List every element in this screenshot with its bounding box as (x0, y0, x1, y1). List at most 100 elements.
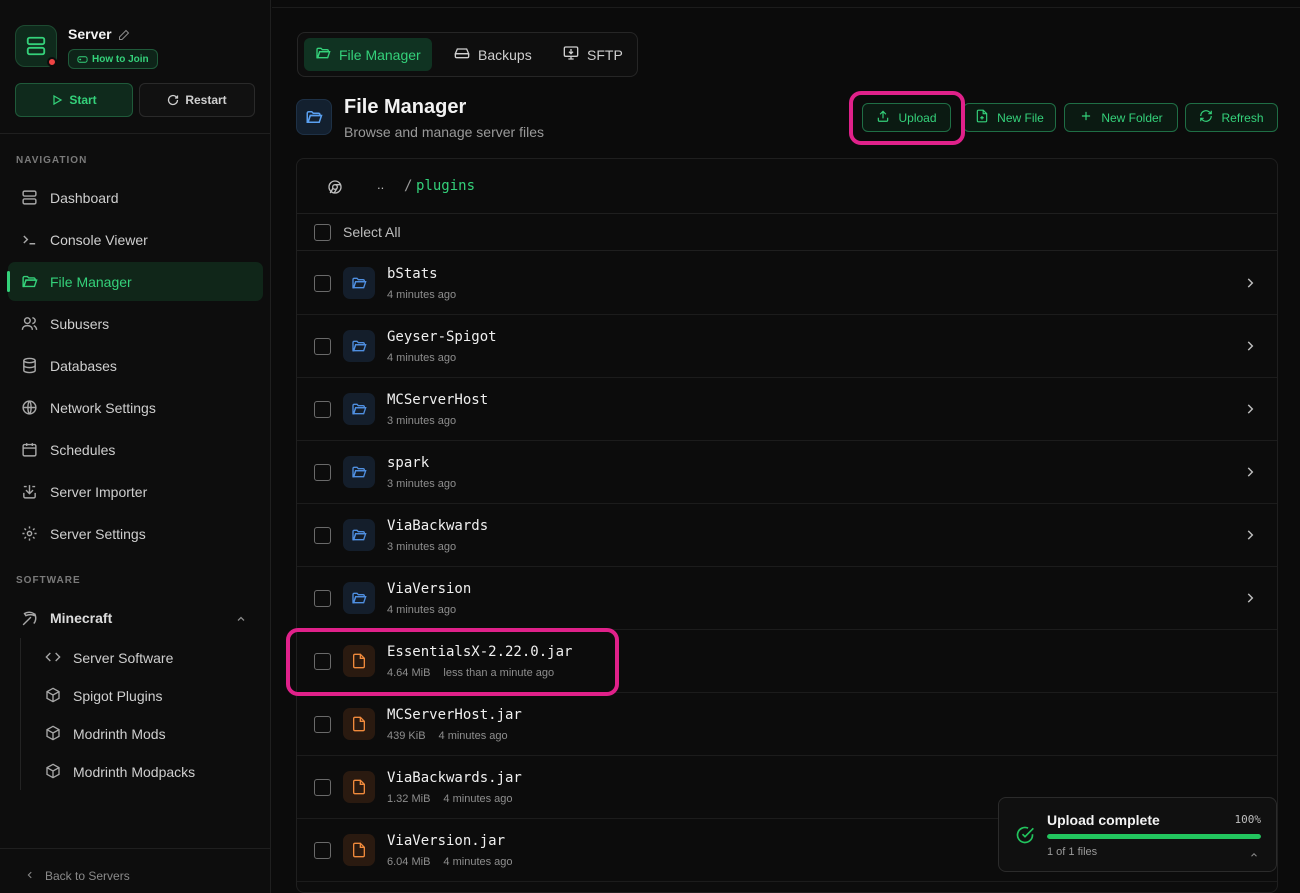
file-modified: 3 minutes ago (387, 478, 457, 490)
file-modified: 3 minutes ago (387, 541, 457, 553)
sidebar-item-label: Dashboard (50, 189, 119, 206)
row-checkbox[interactable] (314, 464, 331, 481)
row-checkbox[interactable] (314, 338, 331, 355)
refresh-icon (1199, 109, 1213, 126)
upload-toast: Upload complete 100% 1 of 1 files (998, 797, 1277, 872)
row-checkbox[interactable] (314, 275, 331, 292)
sidebar-item-server-importer[interactable]: Server Importer (8, 472, 263, 511)
upload-progress-bar (1047, 834, 1261, 839)
row-checkbox[interactable] (314, 842, 331, 859)
file-meta: 3 minutes ago (387, 478, 456, 490)
folder-icon (343, 330, 375, 362)
check-circle-icon (1015, 825, 1035, 850)
sidebar-item-databases[interactable]: Databases (8, 346, 263, 385)
file-modified: 3 minutes ago (387, 415, 457, 427)
chevron-up-icon[interactable] (1249, 847, 1259, 865)
back-label: Back to Servers (45, 869, 130, 883)
file-plus-icon (975, 109, 989, 126)
file-name: spark (387, 455, 430, 471)
users-icon (21, 315, 38, 332)
file-modified: 4 minutes ago (438, 730, 508, 742)
monitor-download-icon (563, 45, 579, 64)
row-checkbox[interactable] (314, 401, 331, 418)
sidebar-item-console-viewer[interactable]: Console Viewer (8, 220, 263, 259)
file-row[interactable]: MCServerHost.jar 439 KiB 4 minutes ago (297, 693, 1277, 756)
navigation-section-title: NAVIGATION (16, 155, 88, 166)
tab-backups[interactable]: Backups (443, 38, 543, 71)
row-checkbox[interactable] (314, 527, 331, 544)
sidebar-item-server-settings[interactable]: Server Settings (8, 514, 263, 553)
row-checkbox[interactable] (314, 716, 331, 733)
file-size: 6.04 MiB (387, 856, 431, 868)
folder-open-icon (315, 45, 331, 64)
breadcrumb-current[interactable]: plugins (416, 178, 475, 194)
folder-row[interactable]: bStats 4 minutes ago (297, 252, 1277, 315)
restart-button[interactable]: Restart (139, 83, 255, 117)
file-meta: 3 minutes ago (387, 415, 456, 427)
sidebar-item-network-settings[interactable]: Network Settings (8, 388, 263, 427)
sidebar-item-label: Modrinth Mods (73, 726, 166, 742)
how-to-join-button[interactable]: How to Join (68, 49, 158, 69)
new-folder-button[interactable]: New Folder (1064, 103, 1178, 132)
chevron-right-icon (1243, 276, 1257, 295)
package-icon (45, 763, 61, 782)
new-file-label: New File (997, 110, 1044, 125)
sidebar-item-subusers[interactable]: Subusers (8, 304, 263, 343)
restart-icon (168, 94, 179, 106)
sidebar-item-modrinth-modpacks[interactable]: Modrinth Modpacks (45, 757, 195, 787)
folder-row[interactable]: spark 3 minutes ago (297, 441, 1277, 504)
home-icon[interactable] (327, 179, 343, 200)
page-title: File Manager (344, 96, 467, 118)
row-checkbox[interactable] (314, 590, 331, 607)
divider (272, 7, 1300, 8)
sidebar-item-modrinth-mods[interactable]: Modrinth Mods (45, 719, 166, 749)
row-checkbox[interactable] (314, 779, 331, 796)
sidebar-item-label: Server Software (73, 650, 174, 666)
terminal-icon (21, 231, 38, 248)
sidebar-item-label: Databases (50, 357, 117, 374)
folder-row[interactable]: Geyser-Spigot 4 minutes ago (297, 315, 1277, 378)
chevron-up-icon (235, 612, 247, 628)
edit-name-icon[interactable] (118, 28, 130, 46)
sidebar-item-server-software[interactable]: Server Software (45, 643, 173, 673)
sidebar-item-file-manager[interactable]: File Manager (7, 262, 263, 301)
refresh-button[interactable]: Refresh (1185, 103, 1278, 132)
minecraft-group-toggle[interactable]: Minecraft (8, 600, 263, 636)
tab-sftp[interactable]: SFTP (552, 38, 634, 71)
import-icon (21, 483, 38, 500)
sidebar-item-dashboard[interactable]: Dashboard (8, 178, 263, 217)
folder-row[interactable]: MCServerHost 3 minutes ago (297, 378, 1277, 441)
server-name: Server (68, 26, 112, 42)
file-icon (343, 708, 375, 740)
select-all-checkbox[interactable] (314, 224, 331, 241)
offline-status-dot (47, 57, 57, 67)
back-to-servers-link[interactable]: Back to Servers (25, 869, 130, 883)
gear-icon (21, 525, 38, 542)
chevron-right-icon (1243, 402, 1257, 421)
folder-open-icon (21, 273, 38, 290)
software-section-title: SOFTWARE (16, 575, 81, 586)
sidebar-item-schedules[interactable]: Schedules (8, 430, 263, 469)
tab-label: SFTP (587, 46, 623, 63)
tab-label: Backups (478, 46, 532, 63)
sidebar-item-spigot-plugins[interactable]: Spigot Plugins (45, 681, 163, 711)
tab-label: File Manager (339, 46, 421, 63)
tab-file-manager[interactable]: File Manager (304, 38, 432, 71)
file-icon (343, 771, 375, 803)
gamepad-icon (77, 55, 88, 63)
sidebar-item-label: File Manager (50, 273, 132, 290)
folder-open-icon (296, 99, 332, 135)
breadcrumb-up[interactable]: .. (377, 177, 384, 192)
select-all-row: Select All (297, 214, 1277, 251)
file-meta: 439 KiB 4 minutes ago (387, 730, 508, 742)
file-modified: 4 minutes ago (443, 793, 513, 805)
file-meta: 6.04 MiB 4 minutes ago (387, 856, 513, 868)
folder-row[interactable]: ViaBackwards 3 minutes ago (297, 504, 1277, 567)
folder-row[interactable]: ViaVersion 4 minutes ago (297, 567, 1277, 630)
file-meta: 1.32 MiB 4 minutes ago (387, 793, 513, 805)
start-button[interactable]: Start (15, 83, 133, 117)
page-subtitle: Browse and manage server files (344, 124, 544, 140)
file-modified: 4 minutes ago (443, 856, 513, 868)
divider (0, 133, 271, 134)
new-file-button[interactable]: New File (963, 103, 1056, 132)
